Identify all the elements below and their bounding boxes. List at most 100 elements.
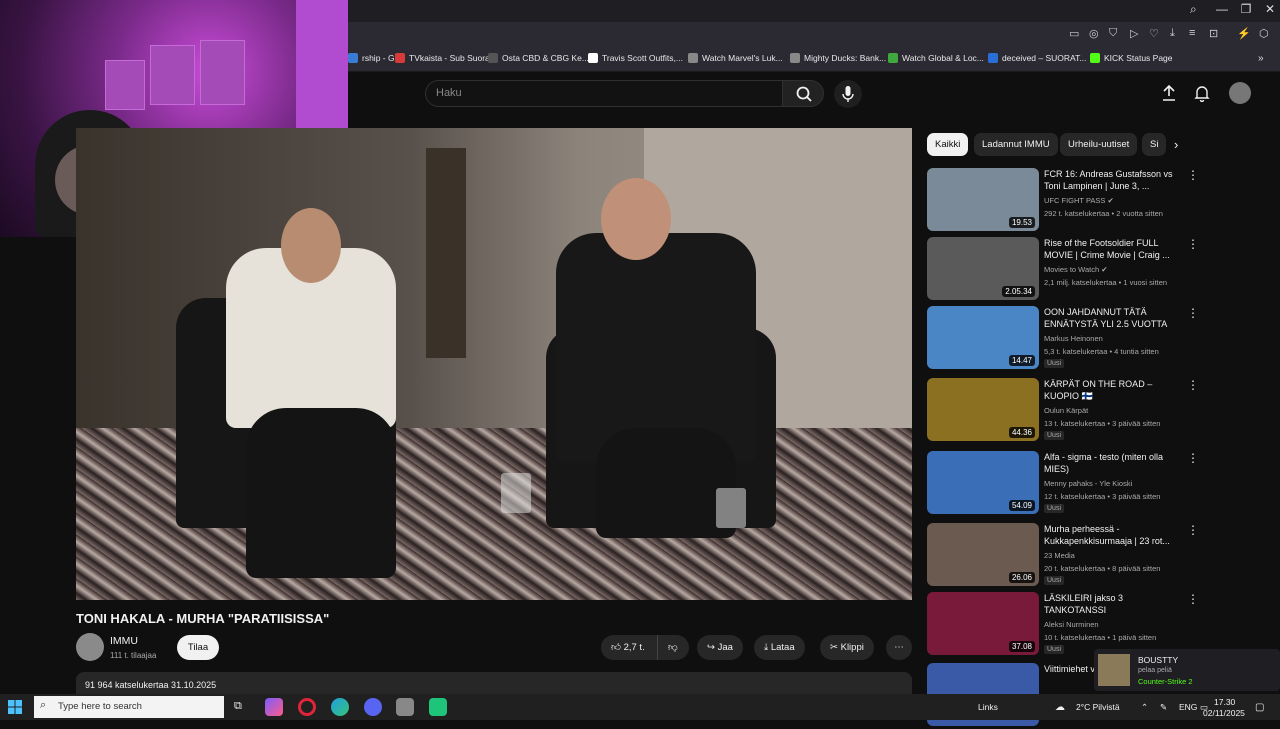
- recommendation-item[interactable]: 26.06 Murha perheessä - Kukkapenkkisurmaa…: [927, 523, 1272, 589]
- voice-search-button[interactable]: [834, 80, 862, 108]
- share-label: Jaa: [717, 642, 733, 653]
- bookmark-item[interactable]: Travis Scott Outfits,...: [588, 53, 683, 63]
- bookmark-item[interactable]: rship - G...: [348, 53, 402, 63]
- recommendation-title[interactable]: Rise of the Footsoldier FULL MOVIE | Cri…: [1044, 237, 1184, 261]
- filter-chip[interactable]: Urheilu-uutiset: [1060, 133, 1138, 156]
- bookmark-item[interactable]: Watch Global & Loc...: [888, 53, 984, 63]
- recommendation-title[interactable]: Alfa - sigma - testo (miten olla MIES): [1044, 451, 1184, 475]
- recommendation-thumbnail[interactable]: 26.06: [927, 523, 1039, 586]
- menu-icon[interactable]: ≡: [1189, 27, 1195, 39]
- recommendation-thumbnail[interactable]: 37.08: [927, 592, 1039, 655]
- more-vert-icon[interactable]: ⋮: [1187, 168, 1199, 182]
- minimize-button[interactable]: —: [1210, 0, 1234, 18]
- filter-chip[interactable]: Ladannut IMMU: [974, 133, 1058, 156]
- recommendation-title[interactable]: LÄSKILEIRI jakso 3 TANKOTANSSI: [1044, 592, 1184, 616]
- extension-icon[interactable]: ⚡: [1237, 27, 1251, 40]
- account-avatar[interactable]: [1229, 82, 1251, 104]
- search-button[interactable]: [782, 80, 824, 107]
- reader-icon[interactable]: ▭: [1069, 27, 1079, 40]
- search-icon[interactable]: ⌕: [1190, 2, 1197, 17]
- recommendation-thumbnail[interactable]: 44.36: [927, 378, 1039, 441]
- upload-icon[interactable]: [1161, 84, 1177, 107]
- app-icon-1[interactable]: [265, 698, 283, 716]
- recommendation-item[interactable]: 2.05.34 Rise of the Footsoldier FULL MOVI…: [927, 237, 1272, 303]
- share-button[interactable]: ↪ Jaa: [697, 635, 743, 660]
- recommendation-channel[interactable]: UFC FIGHT PASS ✔: [1044, 196, 1114, 205]
- recommendation-channel[interactable]: Movies to Watch ✔: [1044, 265, 1108, 274]
- recommendation-channel[interactable]: Menny pahaks - Yle Kioski: [1044, 479, 1132, 488]
- search-input[interactable]: [425, 80, 783, 107]
- discord-icon[interactable]: [364, 698, 382, 716]
- bookmarks-overflow-icon[interactable]: »: [1258, 53, 1264, 64]
- filter-chip[interactable]: Si: [1142, 133, 1167, 156]
- lock-icon[interactable]: ⊡: [1209, 27, 1218, 40]
- weather-text[interactable]: 2°C Pilvistä: [1076, 702, 1120, 712]
- clock-date[interactable]: 02/11/2025: [1203, 708, 1245, 718]
- heart-icon[interactable]: ♡: [1149, 27, 1159, 40]
- recommendation-thumbnail[interactable]: 19.53: [927, 168, 1039, 231]
- recommendation-title[interactable]: KÄRPÄT ON THE ROAD – KUOPIO 🇫🇮: [1044, 378, 1184, 402]
- app-icon-5[interactable]: [396, 698, 414, 716]
- play-icon[interactable]: ▷: [1130, 27, 1138, 40]
- start-button[interactable]: [8, 700, 22, 719]
- chevron-right-icon[interactable]: ›: [1174, 137, 1178, 152]
- recommendation-thumbnail[interactable]: 14.47: [927, 306, 1039, 369]
- opera-icon[interactable]: [298, 698, 316, 716]
- recommendation-channel[interactable]: Markus Heinonen: [1044, 334, 1103, 343]
- notifications-bell-icon[interactable]: [1194, 84, 1210, 107]
- bookmark-item[interactable]: Osta CBD & CBG Ke...: [488, 53, 589, 63]
- shield-icon[interactable]: ⛉: [1109, 27, 1117, 40]
- taskbar-search-input[interactable]: ⌕ Type here to search: [34, 696, 224, 718]
- bookmark-item[interactable]: Watch Marvel's Luk...: [688, 53, 783, 63]
- channel-avatar[interactable]: [76, 633, 104, 661]
- bookmark-item[interactable]: Mighty Ducks: Bank...: [790, 53, 886, 63]
- task-view-icon[interactable]: ⧉: [234, 700, 242, 713]
- filter-chip[interactable]: Kaikki: [927, 133, 969, 156]
- bookmark-item[interactable]: KICK Status Page: [1090, 53, 1173, 63]
- microphone-icon: [842, 86, 854, 102]
- dislike-button[interactable]: 👎︎: [657, 635, 689, 660]
- recommendation-channel[interactable]: Aleksi Nurminen: [1044, 620, 1099, 629]
- recommendation-thumbnail[interactable]: 2.05.34: [927, 237, 1039, 300]
- clock-time[interactable]: 17.30: [1214, 697, 1235, 707]
- language-indicator[interactable]: ENG: [1179, 702, 1197, 712]
- chevron-up-icon[interactable]: ⌃: [1141, 702, 1148, 713]
- recommendation-channel[interactable]: 23 Media: [1044, 551, 1075, 560]
- more-actions-button[interactable]: ⋯: [886, 635, 912, 660]
- more-vert-icon[interactable]: ⋮: [1187, 592, 1199, 606]
- recommendation-title[interactable]: OON JAHDANNUT TÄTÄ ENNÄTYSTÄ YLI 2.5 VUO…: [1044, 306, 1184, 330]
- screenshot-icon[interactable]: ◎: [1089, 27, 1099, 40]
- download-button[interactable]: ⤓ Lataa: [754, 635, 805, 660]
- recommendation-item[interactable]: 54.09 Alfa - sigma - testo (miten olla MI…: [927, 451, 1272, 517]
- channel-name[interactable]: IMMU: [110, 635, 138, 647]
- subscribe-button[interactable]: Tilaa: [177, 635, 219, 660]
- recommendation-title[interactable]: Murha perheessä - Kukkapenkkisurmaaja | …: [1044, 523, 1184, 547]
- more-icon: ⋯: [894, 642, 904, 653]
- download-icon[interactable]: ⤓: [1170, 27, 1175, 40]
- pen-icon[interactable]: ✎: [1160, 702, 1167, 713]
- recommendation-item[interactable]: 14.47 OON JAHDANNUT TÄTÄ ENNÄTYSTÄ YLI 2.…: [927, 306, 1272, 372]
- bookmark-item[interactable]: deceived – SUORAT...: [988, 53, 1086, 63]
- recommendation-thumbnail[interactable]: 54.09: [927, 451, 1039, 514]
- close-button[interactable]: ✕: [1258, 0, 1280, 18]
- recommendation-channel[interactable]: Oulun Kärpät: [1044, 406, 1088, 415]
- notification-center-icon[interactable]: ▢: [1255, 702, 1264, 713]
- more-vert-icon[interactable]: ⋮: [1187, 306, 1199, 320]
- edge-icon[interactable]: [331, 698, 349, 716]
- app-icon-6[interactable]: [429, 698, 447, 716]
- video-player[interactable]: [76, 128, 912, 600]
- recommendation-item[interactable]: 19.53 FCR 16: Andreas Gustafsson vs Toni …: [927, 168, 1272, 234]
- more-vert-icon[interactable]: ⋮: [1187, 451, 1199, 465]
- links-label[interactable]: Links: [978, 702, 998, 712]
- bookmark-item[interactable]: TVkaista - Sub Suora: [395, 53, 490, 63]
- maximize-button[interactable]: ❐: [1234, 0, 1258, 18]
- more-vert-icon[interactable]: ⋮: [1187, 378, 1199, 392]
- recommendation-title[interactable]: FCR 16: Andreas Gustafsson vs Toni Lampi…: [1044, 168, 1184, 192]
- activity-toast[interactable]: BOUSTTY pelaa peliä Counter-Strike 2: [1094, 649, 1280, 691]
- clip-button[interactable]: ✂ Klippi: [820, 635, 874, 660]
- more-vert-icon[interactable]: ⋮: [1187, 237, 1199, 251]
- recommendation-item[interactable]: 44.36 KÄRPÄT ON THE ROAD – KUOPIO 🇫🇮 Oulun…: [927, 378, 1272, 444]
- more-vert-icon[interactable]: ⋮: [1187, 523, 1199, 537]
- puzzle-icon[interactable]: ⬡: [1259, 27, 1269, 40]
- like-button[interactable]: 👍︎ 2,7 t.: [601, 635, 657, 660]
